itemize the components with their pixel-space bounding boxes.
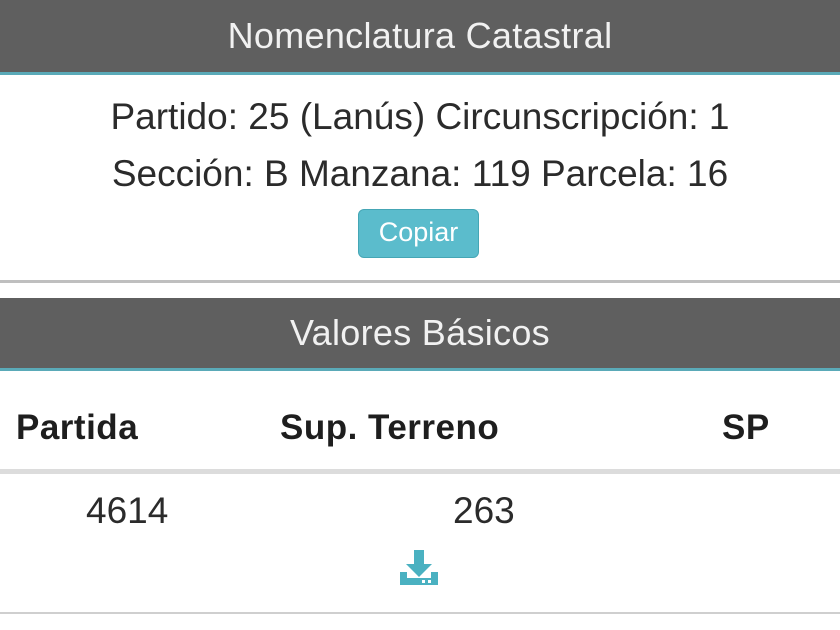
table-header-divider — [0, 469, 840, 474]
cell-sup-terreno: 263 — [453, 490, 515, 531]
column-header-sup-terreno: Sup. Terreno — [280, 408, 500, 447]
nomenclatura-line-1: Partido: 25 (Lanús) Circunscripción: 1 — [110, 96, 730, 137]
nomenclatura-line-2: Sección: B Manzana: 119 Parcela: 16 — [111, 153, 729, 194]
valores-header: Valores Básicos — [0, 298, 840, 371]
section-divider — [0, 280, 840, 283]
nomenclatura-header: Nomenclatura Catastral — [0, 0, 840, 75]
column-header-partida: Partida — [16, 408, 139, 447]
copy-button[interactable]: Copiar — [358, 209, 479, 258]
column-header-sp: SP — [722, 408, 770, 447]
cell-partida: 4614 — [86, 490, 169, 531]
table-bottom-divider — [0, 612, 840, 614]
download-icon[interactable] — [398, 548, 440, 588]
